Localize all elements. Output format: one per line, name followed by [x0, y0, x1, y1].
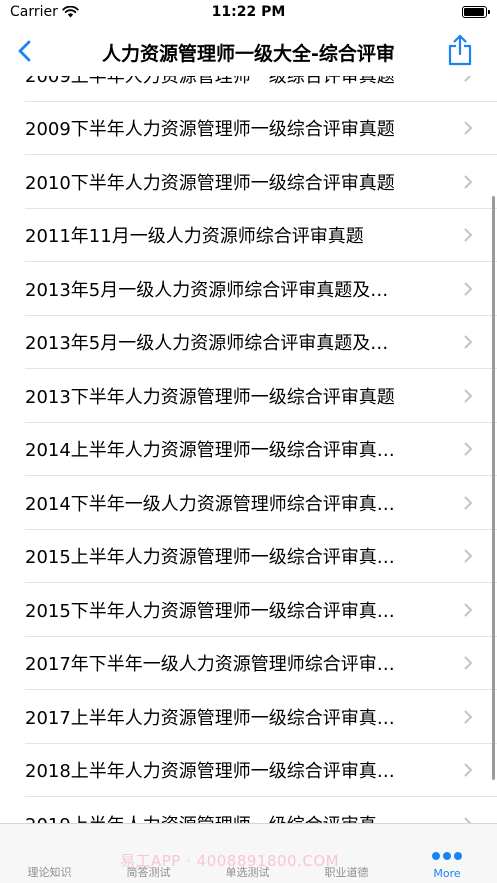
chevron-right-icon	[464, 175, 472, 189]
battery-level	[464, 8, 484, 16]
share-icon[interactable]	[447, 34, 473, 66]
list-item[interactable]: 2013年5月一级人力资源师综合评审真题及…	[0, 316, 497, 370]
chevron-right-icon	[464, 282, 472, 296]
list-item-label: 2011年11月一级人力资源师综合评审真题	[25, 226, 364, 248]
chevron-right-icon	[464, 389, 472, 403]
chevron-left-icon[interactable]	[12, 37, 40, 65]
page-title: 人力资源管理师一级大全-综合评审	[102, 43, 395, 65]
list-item[interactable]: 2010下半年人力资源管理师一级综合评审真题	[0, 155, 497, 209]
chevron-right-icon	[464, 710, 472, 724]
chevron-right-icon	[464, 442, 472, 456]
more-dots-icon	[432, 852, 462, 860]
chevron-right-icon	[464, 228, 472, 242]
list-item[interactable]: 2015下半年人力资源管理师一级综合评审真…	[0, 583, 497, 637]
list-item[interactable]: 2015上半年人力资源管理师一级综合评审真…	[0, 530, 497, 584]
list-item-label: 2017上半年人力资源管理师一级综合评审真…	[25, 707, 395, 729]
list-item[interactable]: 2014下半年一级人力资源管理师综合评审真…	[0, 476, 497, 530]
tab-theory[interactable]: 理论知识	[0, 824, 99, 883]
tab-short-answer[interactable]: 简答测试	[99, 824, 198, 883]
list-item-label: 2010下半年人力资源管理师一级综合评审真题	[25, 172, 395, 194]
chevron-right-icon	[464, 603, 472, 617]
list-item-label: 2017年下半年一级人力资源管理师综合评审…	[25, 654, 395, 676]
exam-list-content: 2009上半年人力资源管理师一级综合评审真题 2009下半年人力资源管理师一级综合…	[0, 76, 497, 823]
list-item-label: 2014上半年人力资源管理师一级综合评审真…	[25, 440, 395, 462]
list-item-label: 2019上半年人力资源管理师一级综合评审真…	[25, 811, 395, 823]
list-item-label: 2015下半年人力资源管理师一级综合评审真…	[25, 600, 395, 622]
list-item-label: 2014下半年一级人力资源管理师综合评审真…	[25, 493, 395, 515]
list-item-label: 2013年5月一级人力资源师综合评审真题及…	[25, 279, 389, 301]
battery-icon	[462, 6, 490, 18]
list-item-label: 2018上半年人力资源管理师一级综合评审真…	[25, 761, 395, 783]
tab-ethics[interactable]: 职业道德	[297, 824, 396, 883]
chevron-right-icon	[464, 335, 472, 349]
list-item-label: 2009下半年人力资源管理师一级综合评审真题	[25, 119, 395, 141]
list-item[interactable]: 2019上半年人力资源管理师一级综合评审真…	[0, 797, 497, 823]
list-item[interactable]: 2014上半年人力资源管理师一级综合评审真…	[0, 423, 497, 477]
exam-list: 2009上半年人力资源管理师一级综合评审真题 2009下半年人力资源管理师一级综合…	[0, 76, 497, 823]
chevron-right-icon	[464, 549, 472, 563]
list-item[interactable]: 2013年5月一级人力资源师综合评审真题及…	[0, 262, 497, 316]
tab-bar: 理论知识 简答测试 单选测试 职业道德 More 易工APP · 4008891…	[0, 823, 497, 883]
list-item-label: 2015上半年人力资源管理师一级综合评审真…	[25, 547, 395, 569]
list-item[interactable]: 2017年下半年一级人力资源管理师综合评审…	[0, 637, 497, 691]
list-item[interactable]: 2009上半年人力资源管理师一级综合评审真题	[0, 76, 497, 102]
scroll-indicator[interactable]	[492, 196, 495, 780]
tab-more[interactable]: More	[397, 824, 497, 883]
status-time: 11:22 PM	[211, 4, 286, 20]
status-bar: Carrier 11:22 PM	[0, 0, 497, 26]
list-item[interactable]: 2017上半年人力资源管理师一级综合评审真…	[0, 690, 497, 744]
list-item[interactable]: 2009下半年人力资源管理师一级综合评审真题	[0, 102, 497, 156]
chevron-right-icon	[464, 76, 472, 82]
chevron-right-icon	[464, 496, 472, 510]
chevron-right-icon	[464, 121, 472, 135]
list-item[interactable]: 2018上半年人力资源管理师一级综合评审真…	[0, 744, 497, 798]
tab-single-choice[interactable]: 单选测试	[198, 824, 297, 883]
navigation-bar: 人力资源管理师一级大全-综合评审	[0, 26, 497, 76]
tab-label: 单选测试	[225, 866, 270, 879]
chevron-right-icon	[464, 763, 472, 777]
tab-label: 职业道德	[324, 866, 369, 879]
tab-label: More	[433, 867, 461, 880]
list-item[interactable]: 2013下半年人力资源管理师一级综合评审真题	[0, 369, 497, 423]
list-item-label: 2009上半年人力资源管理师一级综合评审真题	[25, 76, 395, 87]
list-item-label: 2013下半年人力资源管理师一级综合评审真题	[25, 386, 395, 408]
tab-label: 简答测试	[126, 866, 171, 879]
chevron-right-icon	[464, 656, 472, 670]
tab-label: 理论知识	[27, 866, 72, 879]
list-item[interactable]: 2011年11月一级人力资源师综合评审真题	[0, 209, 497, 263]
list-item-label: 2013年5月一级人力资源师综合评审真题及…	[25, 333, 389, 355]
